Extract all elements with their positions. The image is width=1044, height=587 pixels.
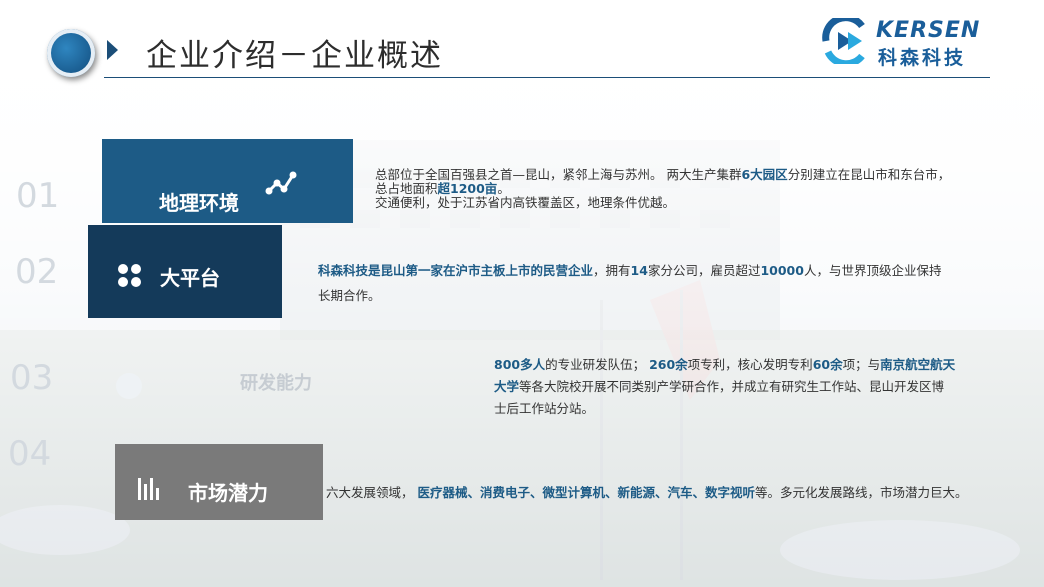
section-number-03: 03 (10, 358, 54, 398)
kersen-logo-icon (822, 18, 865, 64)
section-label-rnd[interactable]: 研发能力 (96, 343, 336, 427)
dots-grid-icon (118, 264, 141, 287)
section-number-04: 04 (8, 434, 52, 474)
globe-icon (116, 373, 142, 399)
brand-name-en: KERSEN (876, 18, 981, 43)
brand-name-cn: 科森科技 (878, 47, 967, 69)
section-label-text: 大平台 (160, 266, 220, 290)
header-circle-icon (47, 29, 95, 77)
line-chart-icon (265, 171, 297, 195)
section-desc-rnd: 800多人的专业研发队伍； 260余项专利，核心发明专利60余项；与南京航空航天… (494, 357, 956, 416)
page-title: 企业介绍－企业概述 (146, 38, 443, 74)
header-chevron-icon (107, 40, 118, 60)
section-label-market[interactable]: 市场潜力 (115, 444, 323, 520)
section-label-geography[interactable]: 地理环境 (102, 139, 353, 223)
section-number-01: 01 (16, 176, 60, 216)
bar-chart-icon (138, 478, 159, 500)
company-logo: KERSEN 科森科技 (818, 18, 1018, 69)
section-label-text: 研发能力 (240, 373, 312, 394)
section-label-platform[interactable]: 大平台 (88, 225, 282, 318)
section-desc-platform: 科森科技是昆山第一家在沪市主板上市的民营企业，拥有14家分公司，雇员超过1000… (318, 263, 942, 303)
section-number-02: 02 (15, 252, 59, 292)
section-desc-geography: 总部位于全国百强县之首—昆山，紧邻上海与苏州。 两大生产集群6大园区分别建立在昆… (375, 167, 951, 210)
section-label-text: 地理环境 (159, 191, 239, 215)
section-label-text: 市场潜力 (188, 481, 268, 505)
title-divider (104, 77, 990, 78)
section-desc-market: 六大发展领域， 医疗器械、消费电子、微型计算机、新能源、汽车、数字视听等。多元化… (326, 485, 968, 500)
